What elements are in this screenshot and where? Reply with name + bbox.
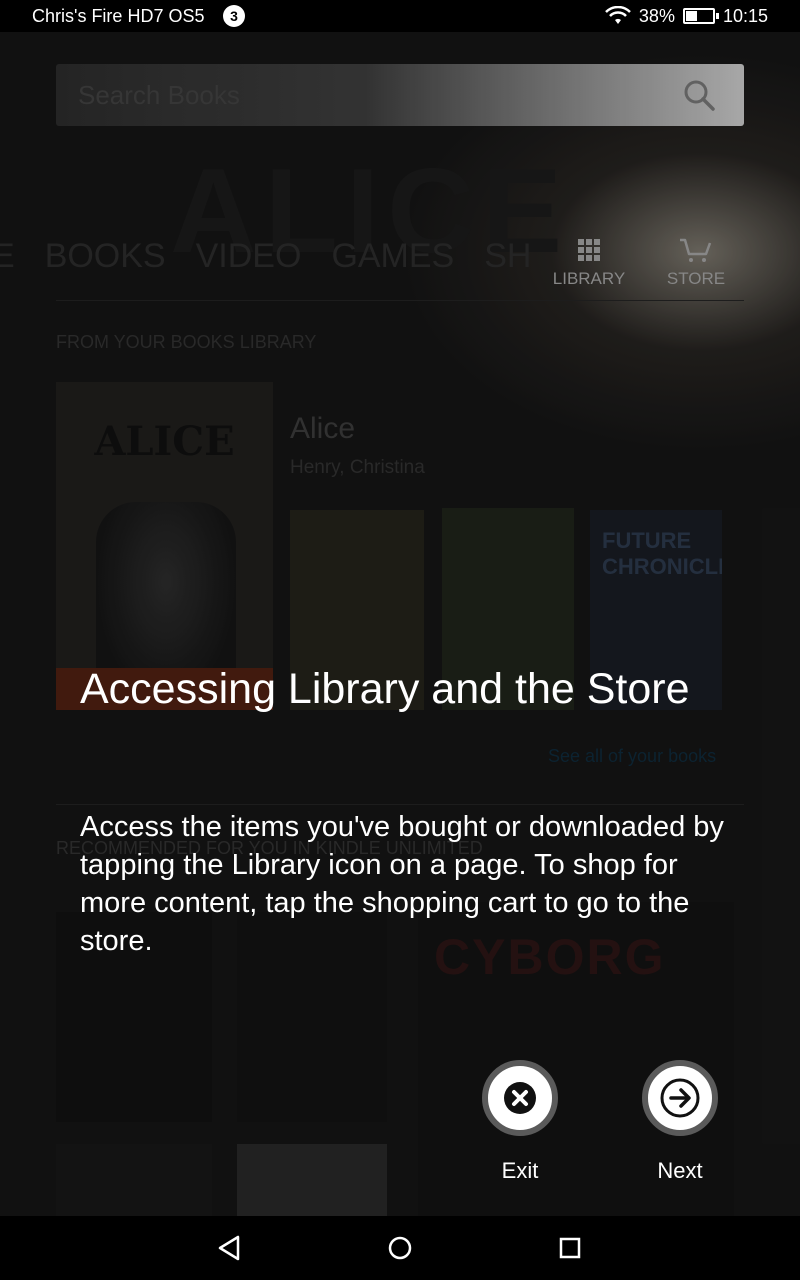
device-name: Chris's Fire HD7 OS5 <box>32 6 205 26</box>
notification-count-badge: 3 <box>223 5 245 27</box>
battery-icon <box>682 8 719 24</box>
close-icon <box>504 1082 536 1114</box>
tour-overlay <box>0 32 800 1216</box>
tour-body: Access the items you've bought or downlo… <box>80 811 724 957</box>
exit-button[interactable]: Exit <box>470 1060 570 1184</box>
status-bar: Chris's Fire HD7 OS5 3 38% 10:15 <box>0 0 800 32</box>
recent-apps-icon[interactable] <box>556 1234 584 1262</box>
battery-fill <box>685 11 697 21</box>
exit-circle[interactable] <box>482 1060 558 1136</box>
exit-label: Exit <box>501 1158 539 1183</box>
home-icon[interactable] <box>386 1234 414 1262</box>
battery-percent: 38% <box>638 5 675 26</box>
next-button[interactable]: Next <box>630 1060 730 1184</box>
tour-title: Accessing Library and the Store <box>80 665 690 713</box>
wifi-icon <box>605 6 631 24</box>
back-icon[interactable] <box>216 1234 244 1262</box>
next-circle[interactable] <box>642 1060 718 1136</box>
arrow-right-icon <box>660 1078 700 1118</box>
next-label: Next <box>657 1158 703 1183</box>
clock: 10:15 <box>722 5 768 26</box>
system-navigation-bar <box>0 1216 800 1280</box>
